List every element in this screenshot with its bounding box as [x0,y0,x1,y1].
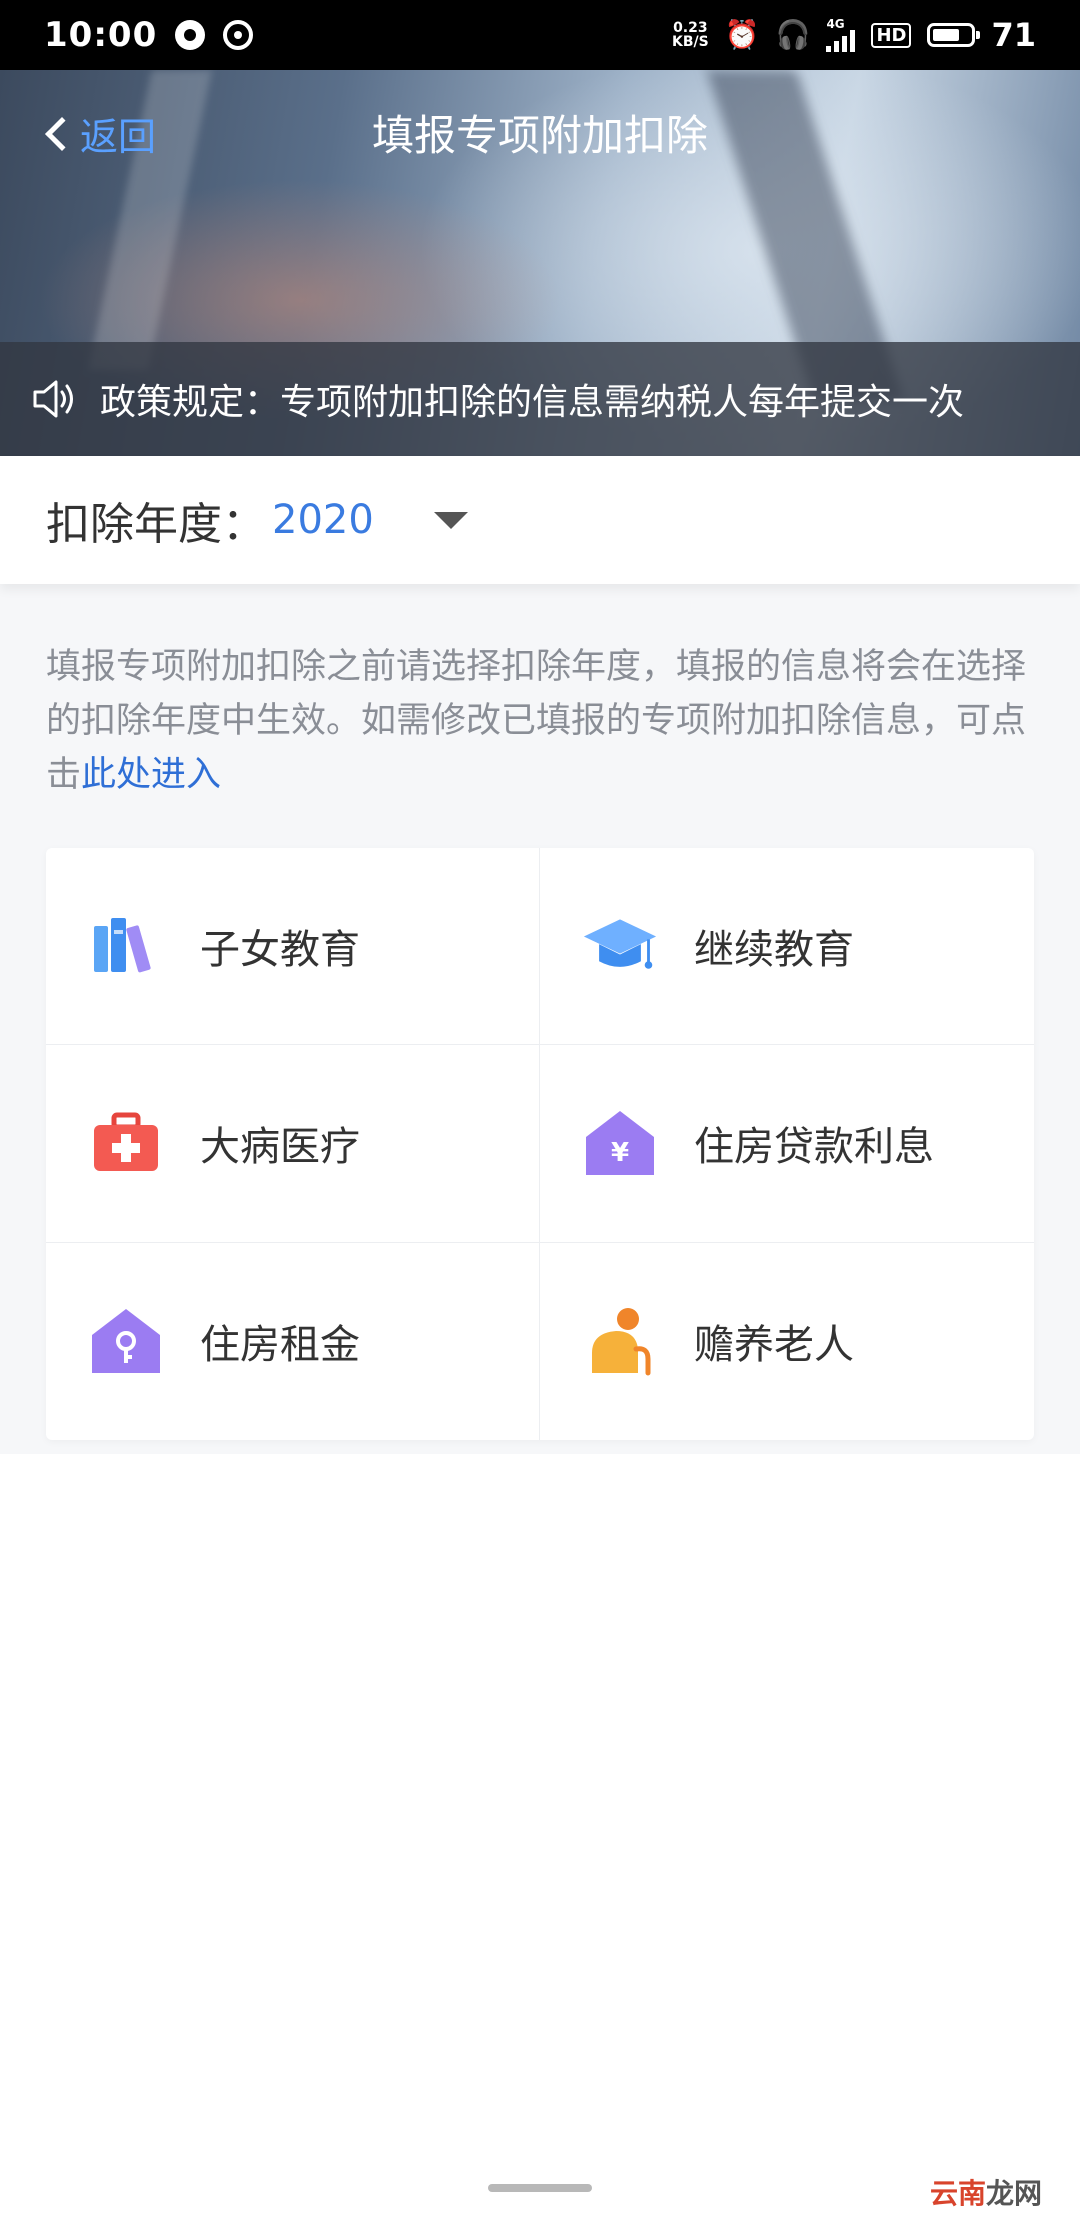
battery-icon [927,23,981,47]
house-loan-icon: ¥ [582,1105,658,1181]
alarm-icon: ⏰ [724,18,760,51]
elderly-person-icon [582,1303,658,1379]
category-label: 住房租金 [200,1322,360,1369]
signal-group: 4G [826,17,856,52]
edit-entry-link[interactable]: 此处进入 [81,755,221,795]
nav-bar: 返回 填报专项附加扣除 [0,70,1080,190]
hd-voice-icon: HD [871,22,912,48]
category-label: 赡养老人 [694,1322,854,1369]
category-label: 继续教育 [694,927,854,974]
medical-kit-icon [88,1105,164,1181]
network-type: 4G [826,17,845,31]
category-label: 子女教育 [200,927,360,974]
battery-percent: 71 [991,16,1036,54]
network-speed-value: 0.23 [673,20,708,36]
home-indicator[interactable] [488,2184,592,2192]
policy-notice-bar: 政策规定：专项附加扣除的信息需纳税人每年提交一次 [0,342,1080,456]
category-housing-rent[interactable]: 住房租金 [46,1242,540,1440]
year-value: 2020 [272,497,374,543]
graduation-cap-icon [582,908,658,984]
status-right: 0.23 KB/S ⏰ 🎧 4G HD 71 [672,16,1036,54]
speaker-icon [32,379,78,419]
category-label: 住房贷款利息 [694,1124,934,1171]
year-label: 扣除年度： [46,499,266,550]
status-time: 10:00 [44,15,158,55]
policy-notice-text: 政策规定：专项附加扣除的信息需纳税人每年提交一次 [100,382,965,423]
watermark-brand: 云南 [929,2177,986,2210]
category-continuing-education[interactable]: 继续教育 [540,848,1034,1046]
hotspot-icon [223,20,254,50]
house-key-icon [88,1303,164,1379]
network-speed-unit: KB/S [671,34,709,50]
notification-app-icon [175,20,206,50]
category-housing-loan-interest[interactable]: ¥ 住房贷款利息 [540,1045,1034,1243]
signal-bars-icon [826,30,856,52]
network-speed: 0.23 KB/S [672,21,709,49]
watermark: 云南龙网 [930,2172,1042,2212]
svg-text:¥: ¥ [611,1138,629,1168]
category-elderly-support[interactable]: 赡养老人 [540,1243,1034,1440]
status-left: 10:00 [44,15,254,55]
page-title: 填报专项附加扣除 [371,111,708,160]
year-selector[interactable]: 扣除年度： 2020 [0,456,1080,584]
caret-down-icon [433,511,468,529]
headphones-icon: 🎧 [775,18,811,51]
category-label: 大病医疗 [200,1124,360,1171]
year-hint-text: 填报专项附加扣除之前请选择扣除年度，填报的信息将会在选择的扣除年度中生效。如需修… [46,640,1036,802]
watermark-suffix: 龙网 [985,2177,1042,2210]
category-serious-illness[interactable]: 大病医疗 [46,1045,540,1243]
category-children-education[interactable]: 子女教育 [46,848,540,1046]
deduction-category-grid: 子女教育 继续教育 大病医疗 ¥ 住房贷款利息 住房租金 赡养老人 [46,848,1034,1440]
header-banner: 返回 填报专项附加扣除 政策规定：专项附加扣除的信息需纳税人每年提交一次 [0,70,1080,456]
battery-fill [933,29,960,41]
books-icon [88,908,164,984]
status-bar: 10:00 0.23 KB/S ⏰ 🎧 4G HD 71 [0,0,1080,70]
empty-area [0,1454,1080,2232]
